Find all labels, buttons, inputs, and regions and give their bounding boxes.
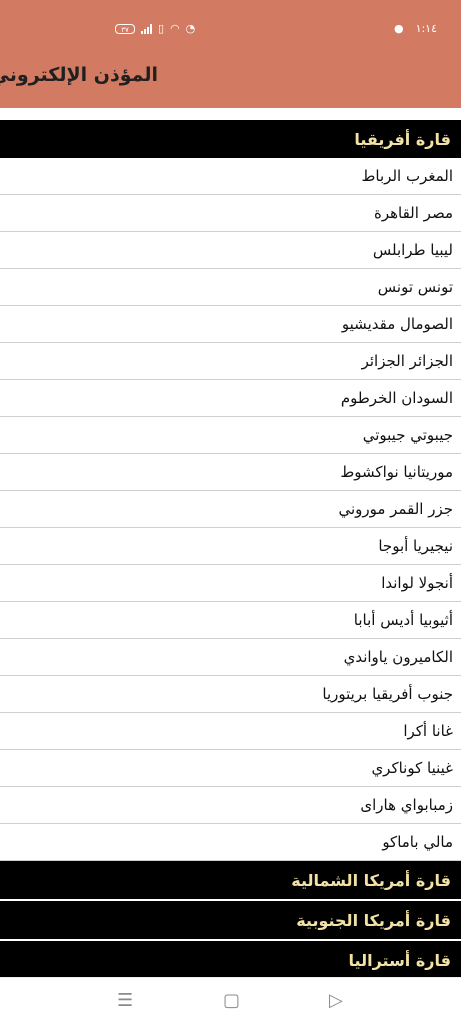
status-bar: ٣٧ ▯ ◠ ◔ ● ١:١٤: [0, 0, 461, 58]
list-item[interactable]: مالي باماكو: [0, 824, 461, 861]
system-nav-bar: ☰ ▢ ▷: [0, 977, 461, 1024]
status-icons-left: ٣٧ ▯ ◠ ◔: [115, 22, 195, 35]
list-item[interactable]: الجزائر الجزائر: [0, 343, 461, 380]
menu-icon[interactable]: ☰: [117, 992, 133, 1010]
page-title: المؤذن الإلكتروني: [0, 64, 158, 86]
list-item[interactable]: جنوب أفريقيا بريتوريا: [0, 676, 461, 713]
messenger-icon: ●: [393, 22, 404, 35]
section-header-south-america[interactable]: قارة أمريكا الجنوبية: [0, 901, 461, 939]
list-item[interactable]: نيجيريا أبوجا: [0, 528, 461, 565]
status-icons-right: ● ١:١٤: [394, 22, 437, 35]
section-header-africa[interactable]: قارة أفريقيا: [0, 120, 461, 158]
list-item[interactable]: أثيوبيا أديس أبابا: [0, 602, 461, 639]
list-item[interactable]: الكاميرون ياواندي: [0, 639, 461, 676]
list-item[interactable]: جيبوتي جيبوتي: [0, 417, 461, 454]
list-item[interactable]: مصر القاهرة: [0, 195, 461, 232]
list-item[interactable]: جزر القمر موروني: [0, 491, 461, 528]
vibrate-icon: ▯: [158, 22, 165, 35]
list-item[interactable]: موريتانيا نواكشوط: [0, 454, 461, 491]
alarm-icon: ◔: [185, 22, 196, 35]
signal-icon: [141, 23, 152, 34]
app-bar: ٣٧ ▯ ◠ ◔ ● ١:١٤ المؤذن الإلكتروني: [0, 0, 461, 108]
section-header-north-america[interactable]: قارة أمريكا الشمالية: [0, 861, 461, 899]
list-item[interactable]: زمبابواي هاراى: [0, 787, 461, 824]
list-item[interactable]: السودان الخرطوم: [0, 380, 461, 417]
list-item[interactable]: أنجولا لواندا: [0, 565, 461, 602]
capitals-list[interactable]: قارة أفريقيا المغرب الرباط مصر القاهرة ل…: [0, 120, 461, 977]
app-bar-divider: [0, 108, 461, 120]
clock-text: ١:١٤: [415, 22, 437, 35]
wifi-icon: ◠: [170, 22, 180, 35]
list-item[interactable]: غينيا كوناكري: [0, 750, 461, 787]
list-item[interactable]: تونس تونس: [0, 269, 461, 306]
list-item[interactable]: غانا أكرا: [0, 713, 461, 750]
battery-level: ٣٧: [121, 25, 129, 34]
list-item[interactable]: الصومال مقديشيو: [0, 306, 461, 343]
list-item[interactable]: ليبيا طرابلس: [0, 232, 461, 269]
battery-icon: ٣٧: [115, 23, 135, 34]
home-square-icon[interactable]: ▢: [223, 992, 240, 1010]
back-triangle-icon[interactable]: ▷: [329, 992, 343, 1010]
list-item[interactable]: المغرب الرباط: [0, 158, 461, 195]
section-header-australia[interactable]: قارة أستراليا: [0, 941, 461, 977]
